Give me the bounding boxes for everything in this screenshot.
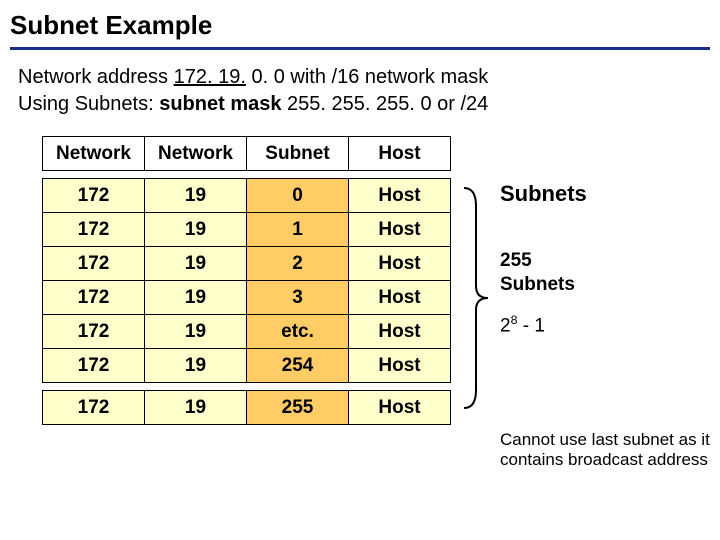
cell-net2: 19 xyxy=(145,391,247,425)
cell-net1: 172 xyxy=(43,315,145,349)
cell-host: Host xyxy=(349,213,451,247)
gap xyxy=(43,383,451,391)
tables-area: Network Network Subnet Host 172 19 0 Hos… xyxy=(10,136,710,425)
count-subnets: Subnets xyxy=(500,274,575,295)
broadcast-note: Cannot use last subnet as it contains br… xyxy=(500,430,710,471)
power-formula: 28 - 1 xyxy=(500,312,715,339)
hdr-network-1: Network xyxy=(43,137,145,171)
intro-2b: subnet mask xyxy=(159,93,281,115)
cell-net2: 19 xyxy=(145,349,247,383)
intro-1c: 0. 0 with /16 network mask xyxy=(246,66,488,88)
cell-host: Host xyxy=(349,391,451,425)
intro-2a: Using Subnets: xyxy=(18,93,159,115)
cell-net1: 172 xyxy=(43,391,145,425)
table-row-last: 172 19 255 Host xyxy=(43,391,451,425)
table-row: 172 19 2 Host xyxy=(43,247,451,281)
intro-1b: 172. 19. xyxy=(174,66,246,88)
cell-subnet: 254 xyxy=(247,349,349,383)
cell-net1: 172 xyxy=(43,213,145,247)
hdr-host: Host xyxy=(349,137,451,171)
table-row: 172 19 3 Host xyxy=(43,281,451,315)
subnets-heading: Subnets xyxy=(500,180,715,209)
cell-subnet: 255 xyxy=(247,391,349,425)
table-row: 172 19 1 Host xyxy=(43,213,451,247)
cell-host: Host xyxy=(349,315,451,349)
table-row: 172 19 0 Host xyxy=(43,179,451,213)
hdr-subnet: Subnet xyxy=(247,137,349,171)
table-row: 172 19 254 Host xyxy=(43,349,451,383)
hdr-network-2: Network xyxy=(145,137,247,171)
pow-rest: - 1 xyxy=(517,315,544,336)
cell-subnet: etc. xyxy=(247,315,349,349)
intro-2c: 255. 255. 255. 0 or /24 xyxy=(281,93,488,115)
cell-subnet: 0 xyxy=(247,179,349,213)
cell-net1: 172 xyxy=(43,247,145,281)
cell-net2: 19 xyxy=(145,213,247,247)
cell-subnet: 3 xyxy=(247,281,349,315)
cell-subnet: 2 xyxy=(247,247,349,281)
cell-host: Host xyxy=(349,349,451,383)
cell-net1: 172 xyxy=(43,349,145,383)
cell-net2: 19 xyxy=(145,281,247,315)
cell-host: Host xyxy=(349,281,451,315)
cell-net1: 172 xyxy=(43,281,145,315)
cell-net1: 172 xyxy=(43,179,145,213)
subnet-table: Network Network Subnet Host 172 19 0 Hos… xyxy=(42,136,451,425)
cell-net2: 19 xyxy=(145,315,247,349)
gap xyxy=(43,171,451,179)
count-255: 255 xyxy=(500,250,532,271)
cell-subnet: 1 xyxy=(247,213,349,247)
cell-net2: 19 xyxy=(145,179,247,213)
title-rule xyxy=(10,47,710,50)
brace-icon xyxy=(460,186,492,410)
subnet-count: 255 Subnets xyxy=(500,249,715,298)
cell-net2: 19 xyxy=(145,247,247,281)
intro-1a: Network address xyxy=(18,66,174,88)
cell-host: Host xyxy=(349,247,451,281)
table-row: 172 19 etc. Host xyxy=(43,315,451,349)
side-notes: Subnets 255 Subnets 28 - 1 xyxy=(500,180,715,339)
pow-base: 2 xyxy=(500,315,511,336)
page-title: Subnet Example xyxy=(10,10,710,47)
cell-host: Host xyxy=(349,179,451,213)
intro-text: Network address 172. 19. 0. 0 with /16 n… xyxy=(10,64,710,136)
table-header-row: Network Network Subnet Host xyxy=(43,137,451,171)
